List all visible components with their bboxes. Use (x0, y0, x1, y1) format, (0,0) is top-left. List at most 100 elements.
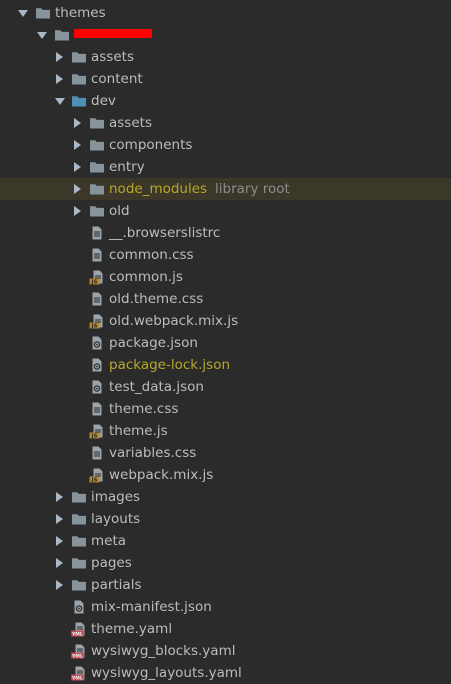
tree-item-label: old (109, 203, 130, 219)
tree-item-dev[interactable]: dev (0, 90, 451, 112)
css-file-icon (89, 445, 105, 461)
folder-icon (71, 49, 87, 65)
tree-item-common-js[interactable]: common.js (0, 266, 451, 288)
tree-item-label: package.json (109, 335, 198, 351)
chevron-right-icon[interactable] (74, 206, 81, 216)
tree-item-label: old.theme.css (109, 291, 204, 307)
tree-item-theme-js[interactable]: theme.js (0, 420, 451, 442)
text-file-icon (89, 225, 105, 241)
css-file-icon (89, 291, 105, 307)
tree-item-mix-manifest-json[interactable]: mix-manifest.json (0, 596, 451, 618)
folder-icon (71, 555, 87, 571)
tree-item-label: assets (91, 49, 134, 65)
tree-item-common-css[interactable]: common.css (0, 244, 451, 266)
tree-item-webpack-mix-js[interactable]: webpack.mix.js (0, 464, 451, 486)
tree-item-label: images (91, 489, 141, 505)
tree-item-label: variables.css (109, 445, 197, 461)
tree-item-label: components (109, 137, 193, 153)
tree-item-label: meta (91, 533, 127, 549)
chevron-right-icon[interactable] (56, 536, 63, 546)
folder-icon (89, 159, 105, 175)
json-file-icon (89, 379, 105, 395)
chevron-right-icon[interactable] (74, 118, 81, 128)
css-file-icon (89, 401, 105, 417)
tree-item-label: themes (55, 5, 106, 21)
chevron-right-icon[interactable] (56, 514, 63, 524)
tree-item-theme-css[interactable]: theme.css (0, 398, 451, 420)
tree-item-label: wysiwyg_layouts.yaml (91, 665, 242, 681)
folder-icon (35, 5, 51, 21)
chevron-right-icon[interactable] (74, 184, 81, 194)
tree-item-entry[interactable]: entry (0, 156, 451, 178)
yaml-file-icon (71, 643, 87, 659)
tree-item-label: common.js (109, 269, 183, 285)
chevron-right-icon[interactable] (56, 74, 63, 84)
json-file-icon (89, 335, 105, 351)
yaml-file-icon (71, 665, 87, 681)
chevron-right-icon[interactable] (56, 492, 63, 502)
folder-icon (89, 203, 105, 219)
chevron-down-icon[interactable] (18, 10, 28, 17)
tree-item-label: common.css (109, 247, 194, 263)
folder-icon (71, 71, 87, 87)
tree-item-assets[interactable]: assets (0, 46, 451, 68)
tree-item-label: assets (109, 115, 152, 131)
tree-item-package-lock-json[interactable]: package-lock.json (0, 354, 451, 376)
tree-item-pages[interactable]: pages (0, 552, 451, 574)
folder-icon (71, 533, 87, 549)
tree-item-label: theme.yaml (91, 621, 173, 637)
tree-item-variables-css[interactable]: variables.css (0, 442, 451, 464)
tree-item-content[interactable]: content (0, 68, 451, 90)
tree-item-label: partials (91, 577, 142, 593)
tree-item-meta[interactable]: meta (0, 530, 451, 552)
tree-item-partials[interactable]: partials (0, 574, 451, 596)
tree-item-wysiwyg-layouts-yaml[interactable]: wysiwyg_layouts.yaml (0, 662, 451, 684)
tree-item-images[interactable]: images (0, 486, 451, 508)
redaction-mark (74, 29, 152, 38)
js-file-icon (89, 313, 105, 329)
chevron-right-icon[interactable] (56, 580, 63, 590)
project-tree: themes assets content dev assets compone… (0, 0, 451, 682)
folder-icon (71, 489, 87, 505)
tree-item-browserslistrc[interactable]: __.browserslistrc (0, 222, 451, 244)
tree-item-theme-folder[interactable] (0, 24, 451, 46)
tree-item-label: package-lock.json (109, 357, 231, 373)
tree-item-components[interactable]: components (0, 134, 451, 156)
tree-item-label: wysiwyg_blocks.yaml (91, 643, 236, 659)
chevron-down-icon[interactable] (37, 32, 47, 39)
tree-item-old[interactable]: old (0, 200, 451, 222)
tree-item-layouts[interactable]: layouts (0, 508, 451, 530)
tree-item-old-webpack-mix-js[interactable]: old.webpack.mix.js (0, 310, 451, 332)
folder-icon (89, 181, 105, 197)
tree-item-label: old.webpack.mix.js (109, 313, 239, 329)
tree-item-test-data-json[interactable]: test_data.json (0, 376, 451, 398)
tree-item-label: node_modules (109, 181, 208, 197)
json-file-icon (89, 357, 105, 373)
chevron-right-icon[interactable] (56, 558, 63, 568)
folder-icon (71, 511, 87, 527)
tree-item-label: theme.js (109, 423, 168, 439)
tree-item-package-json[interactable]: package.json (0, 332, 451, 354)
chevron-right-icon[interactable] (74, 162, 81, 172)
tree-item-wysiwyg-blocks-yaml[interactable]: wysiwyg_blocks.yaml (0, 640, 451, 662)
tree-item-label: webpack.mix.js (109, 467, 214, 483)
chevron-right-icon[interactable] (74, 140, 81, 150)
tree-item-themes[interactable]: themes (0, 2, 451, 24)
yaml-file-icon (71, 621, 87, 637)
js-file-icon (89, 269, 105, 285)
chevron-down-icon[interactable] (55, 98, 65, 105)
folder-icon (71, 577, 87, 593)
tree-item-label: dev (91, 93, 116, 109)
tree-item-theme-yaml[interactable]: theme.yaml (0, 618, 451, 640)
tree-item-label: mix-manifest.json (91, 599, 212, 615)
tree-item-node-modules[interactable]: node_modules library root (0, 178, 451, 200)
tree-item-dev-assets[interactable]: assets (0, 112, 451, 134)
folder-icon (54, 27, 70, 43)
js-file-icon (89, 467, 105, 483)
folder-icon (89, 115, 105, 131)
tree-item-old-theme-css[interactable]: old.theme.css (0, 288, 451, 310)
chevron-right-icon[interactable] (56, 52, 63, 62)
tree-item-label: test_data.json (109, 379, 204, 395)
tree-item-label: __.browserslistrc (109, 225, 221, 241)
library-root-hint: library root (215, 181, 290, 197)
